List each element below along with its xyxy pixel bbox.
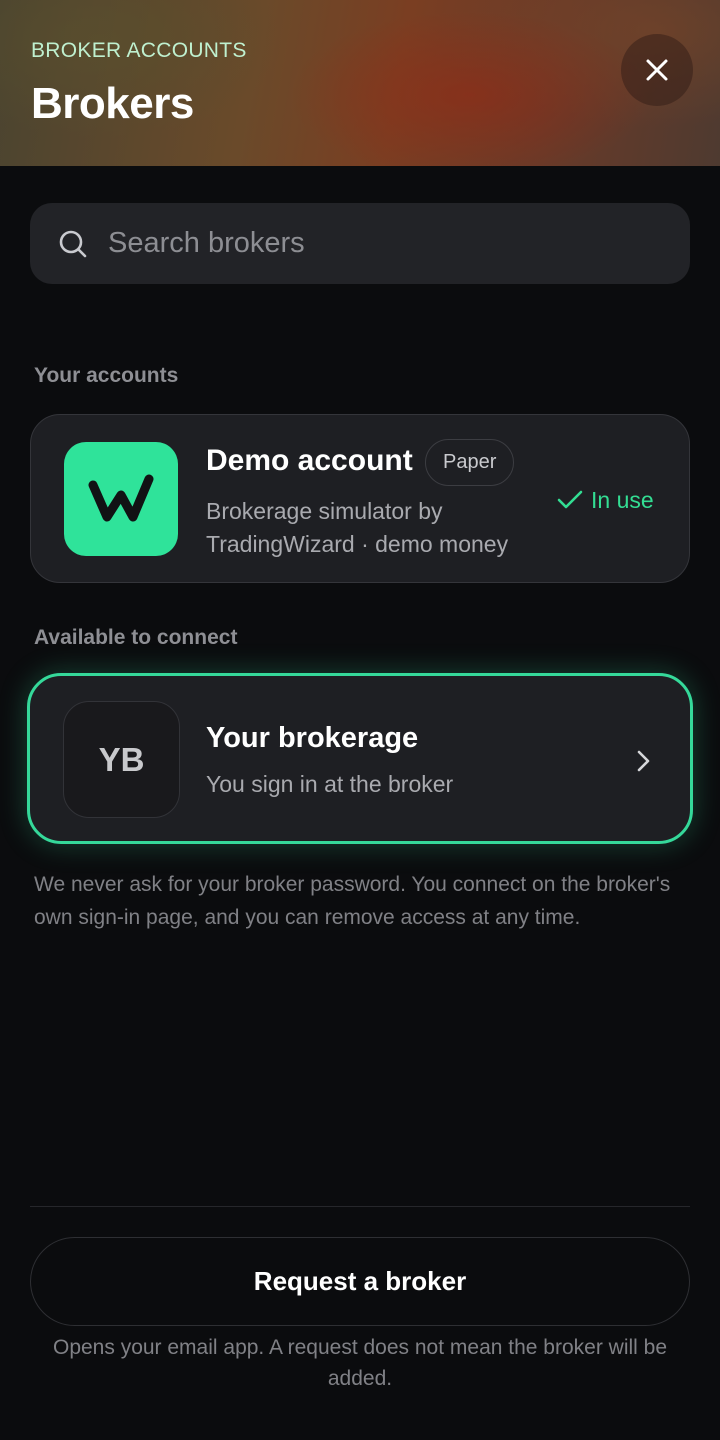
close-icon — [646, 59, 668, 81]
section-label-your-accounts: Your accounts — [34, 364, 179, 387]
in-use-status: In use — [557, 485, 654, 515]
check-icon — [557, 490, 583, 509]
search-input[interactable] — [108, 203, 668, 284]
divider — [30, 1206, 690, 1207]
w-logo-icon — [88, 474, 154, 522]
tradingwizard-logo — [64, 442, 178, 556]
your-brokerage-card[interactable]: YB Your brokerage You sign in at the bro… — [27, 673, 693, 844]
request-note: Opens your email app. A request does not… — [52, 1336, 668, 1390]
demo-account-card[interactable]: Demo account Paper Brokerage simulator b… — [30, 414, 690, 583]
broker-title: Your brokerage — [206, 722, 419, 754]
privacy-note: We never ask for your broker password. Y… — [34, 873, 671, 929]
page-title: Brokers — [31, 79, 194, 128]
broker-subtitle: You sign in at the broker — [206, 771, 454, 797]
chevron-right-icon — [637, 750, 650, 772]
account-name: Demo account — [206, 444, 413, 477]
search-icon — [59, 230, 87, 258]
header-eyebrow: BROKER ACCOUNTS — [31, 39, 247, 62]
request-broker-button[interactable]: Request a broker — [30, 1237, 690, 1326]
close-button[interactable] — [621, 34, 693, 106]
account-description: Brokerage simulator by TradingWizard · d… — [206, 498, 509, 557]
paper-badge: Paper — [425, 439, 515, 486]
broker-avatar: YB — [63, 701, 180, 818]
search-box[interactable] — [30, 203, 690, 284]
brokers-screen: BROKER ACCOUNTS Brokers Your accounts De… — [0, 0, 720, 1440]
status-label: In use — [591, 486, 654, 513]
header: BROKER ACCOUNTS Brokers — [0, 0, 720, 166]
section-label-available: Available to connect — [34, 626, 238, 649]
